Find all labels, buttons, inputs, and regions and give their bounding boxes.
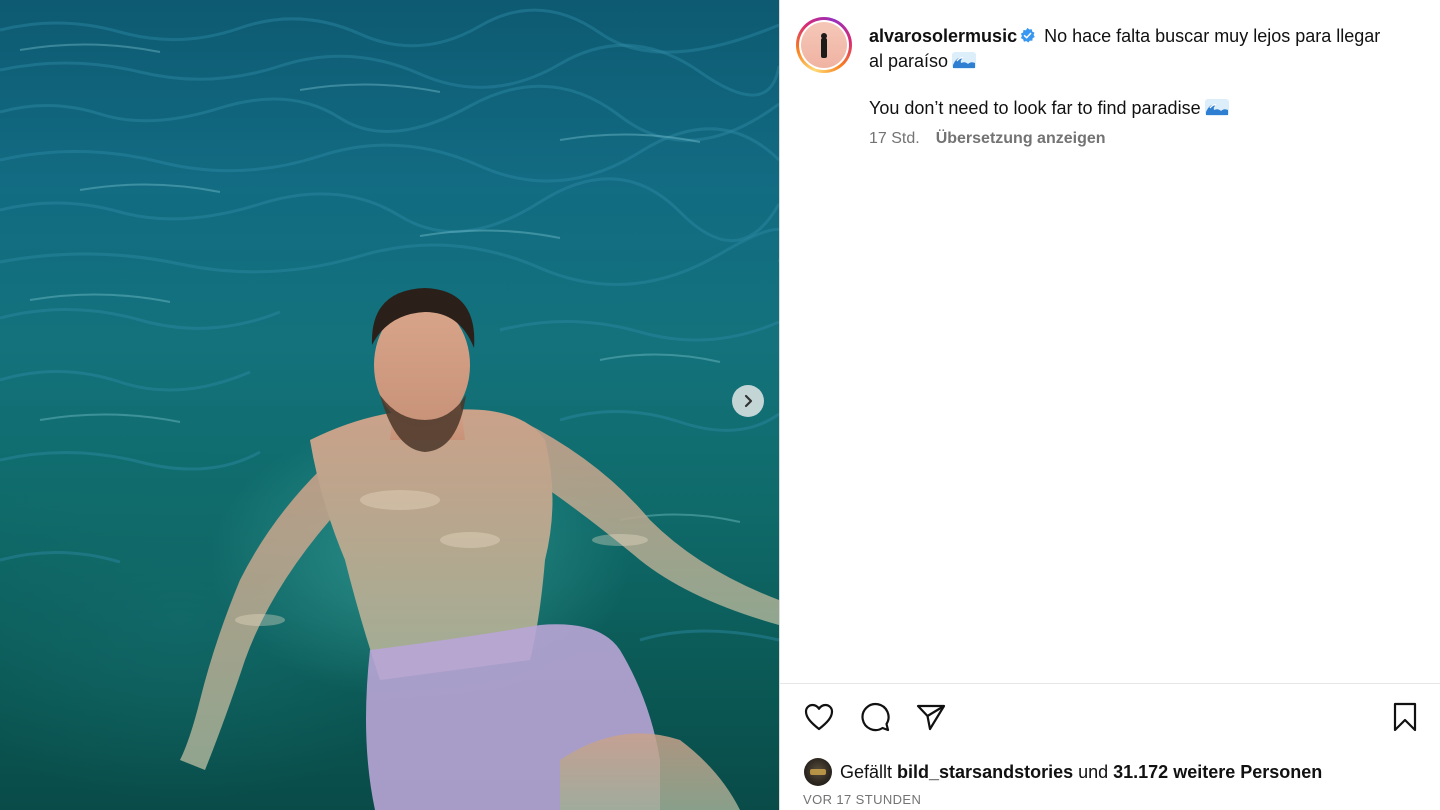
likes-prefix: Gefällt <box>840 761 893 782</box>
post-caption: alvarosolermusic No hace falta buscar mu… <box>869 24 1389 74</box>
author-avatar[interactable] <box>796 17 852 73</box>
caption-meta: 17 Std. Übersetzung anzeigen <box>869 130 1106 148</box>
paper-plane-icon <box>916 704 946 731</box>
liker-username[interactable]: bild_starsandstories <box>897 762 1073 783</box>
chevron-right-icon <box>744 394 753 408</box>
photo-water-surface <box>0 8 779 810</box>
water-wave-emoji-icon <box>1204 99 1229 116</box>
water-wave-emoji-icon <box>952 52 977 69</box>
show-translation-link[interactable]: Übersetzung anzeigen <box>936 130 1106 148</box>
author-username[interactable]: alvarosolermusic <box>869 26 1017 46</box>
post-timestamp: VOR 17 STUNDEN <box>803 792 922 807</box>
author-avatar-image <box>801 22 847 68</box>
bookmark-icon <box>1393 702 1417 732</box>
likes-summary: Gefällt bild_starsandstories und 31.172 … <box>804 758 1327 786</box>
post-photo[interactable] <box>0 0 779 810</box>
like-button[interactable] <box>802 700 836 734</box>
verified-badge-icon <box>1020 27 1035 43</box>
caption-translated: You don’t need to look far to find parad… <box>869 96 1229 121</box>
save-button[interactable] <box>1388 700 1422 734</box>
actions-divider <box>780 683 1440 684</box>
comment-button[interactable] <box>858 700 892 734</box>
instagram-post-view: alvarosolermusic No hace falta buscar mu… <box>0 0 1440 810</box>
likes-others-count[interactable]: 31.172 weitere Personen <box>1113 762 1322 783</box>
caption-translated-text: You don’t need to look far to find parad… <box>869 98 1201 118</box>
heart-icon <box>804 703 834 731</box>
carousel-next-button[interactable] <box>732 385 764 417</box>
post-time-ago: 17 Std. <box>869 130 920 147</box>
liker-avatar[interactable] <box>804 758 832 786</box>
post-actions <box>802 700 948 734</box>
likes-conjunction: und <box>1078 761 1109 782</box>
comment-bubble-icon <box>861 703 890 732</box>
share-button[interactable] <box>914 700 948 734</box>
post-sidebar: alvarosolermusic No hace falta buscar mu… <box>779 0 1440 810</box>
